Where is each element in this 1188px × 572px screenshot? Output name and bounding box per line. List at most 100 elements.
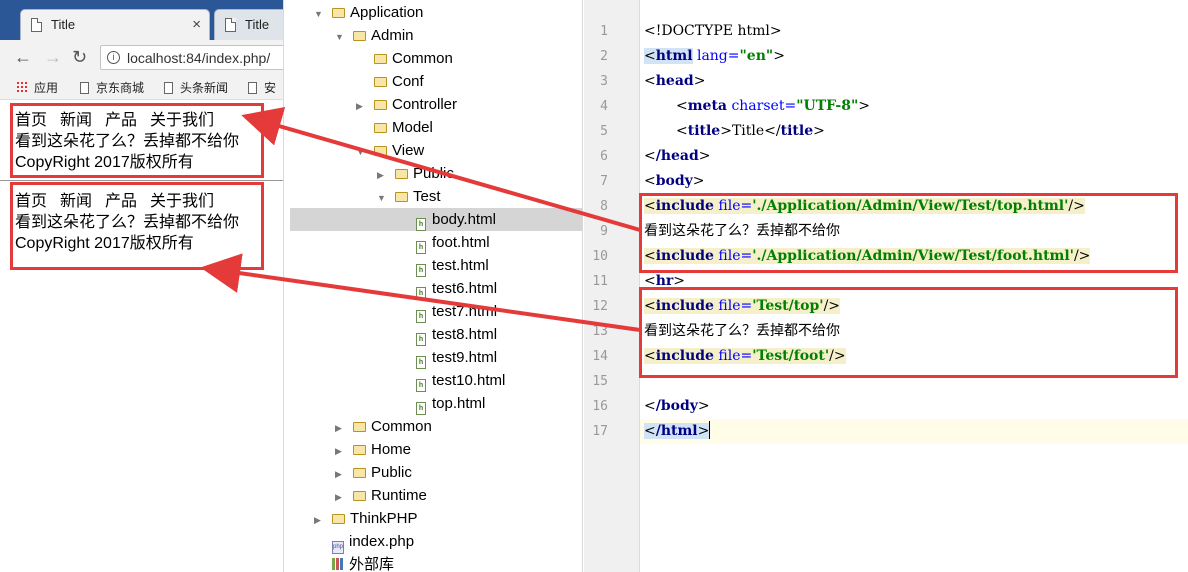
tree-item-label: index.php bbox=[349, 533, 415, 550]
tree-item[interactable]: ▶ Public bbox=[377, 162, 454, 185]
apps-grid-icon bbox=[16, 81, 28, 93]
line-number-gutter: 1 2 3 4 5 6 7 8 9 10 11 12 13 14 15 16 17 bbox=[584, 0, 640, 572]
code-line-17[interactable]: </html> bbox=[644, 419, 711, 444]
tree-item[interactable]: h test10.html bbox=[398, 369, 505, 392]
code-editor[interactable]: 1 2 3 4 5 6 7 8 9 10 11 12 13 14 15 16 17 <!DOCTYPE html… bbox=[584, 0, 1188, 572]
back-arrow-icon[interactable]: ← bbox=[14, 47, 32, 67]
line-number: 9 bbox=[600, 224, 608, 239]
tree-item[interactable]: h top.html bbox=[398, 392, 485, 415]
browser-tab-active[interactable]: Title × bbox=[20, 9, 210, 40]
page-icon bbox=[31, 18, 42, 32]
tree-item[interactable]: ▼ Test bbox=[377, 185, 441, 208]
hr-divider bbox=[0, 180, 283, 181]
folder-icon bbox=[353, 491, 366, 501]
line-number: 12 bbox=[592, 299, 608, 314]
expanded-arrow-icon[interactable]: ▼ bbox=[335, 26, 345, 49]
html-file-icon: h bbox=[416, 402, 426, 415]
collapsed-arrow-icon[interactable]: ▶ bbox=[335, 440, 345, 463]
tree-item[interactable]: h foot.html bbox=[398, 231, 490, 254]
html-file-icon: h bbox=[416, 218, 426, 231]
expanded-arrow-icon[interactable]: ▼ bbox=[377, 187, 387, 210]
tree-item-label: test.html bbox=[432, 257, 489, 274]
current-line-highlight bbox=[640, 419, 1188, 444]
expanded-arrow-icon[interactable]: ▼ bbox=[356, 141, 366, 164]
code-line-4[interactable]: <meta charset="UTF-8"> bbox=[676, 94, 870, 119]
tree-item[interactable]: h test9.html bbox=[398, 346, 497, 369]
code-line-1[interactable]: <!DOCTYPE html> bbox=[644, 19, 782, 44]
tree-item[interactable]: ▶ Common bbox=[335, 415, 432, 438]
project-tree: ▼ Application ▼ Admin Common Conf ▶ Controller M… bbox=[283, 0, 583, 572]
tree-item-label: test7.html bbox=[432, 303, 498, 320]
collapsed-arrow-icon[interactable]: ▶ bbox=[335, 417, 345, 440]
close-icon[interactable]: × bbox=[192, 16, 201, 33]
folder-icon bbox=[353, 445, 366, 455]
line-number: 13 bbox=[592, 324, 608, 339]
code-line-2[interactable]: <html lang="en"> bbox=[644, 44, 785, 69]
bookmark-more[interactable]: 安 bbox=[248, 79, 276, 96]
bookmark-jd[interactable]: 京东商城 bbox=[80, 79, 144, 96]
folder-icon bbox=[353, 422, 366, 432]
bookmarks-bar: 应用 京东商城 头条新闻 安 bbox=[0, 74, 283, 100]
tree-item[interactable]: ▼ View bbox=[356, 139, 424, 162]
tree-item[interactable]: ▶ ThinkPHP bbox=[314, 507, 418, 530]
line-number: 6 bbox=[600, 149, 608, 164]
info-icon[interactable]: i bbox=[107, 51, 120, 64]
folder-icon bbox=[395, 169, 408, 179]
page-icon bbox=[248, 82, 257, 94]
tree-item[interactable]: Model bbox=[356, 116, 433, 139]
html-file-icon: h bbox=[416, 287, 426, 300]
tree-item[interactable]: 外部库 bbox=[314, 553, 394, 572]
code-line-5[interactable]: <title>Title</title> bbox=[676, 119, 825, 144]
code-line-16[interactable]: </body> bbox=[644, 394, 710, 419]
tree-item-label: Controller bbox=[392, 96, 458, 113]
code-line-6[interactable]: </head> bbox=[644, 144, 711, 169]
tree-item-label: Application bbox=[350, 4, 424, 21]
folder-icon bbox=[374, 123, 387, 133]
tree-item[interactable]: h test.html bbox=[398, 254, 489, 277]
page-icon bbox=[164, 82, 173, 94]
folder-icon bbox=[395, 192, 408, 202]
line-number: 1 bbox=[600, 24, 608, 39]
collapsed-arrow-icon[interactable]: ▶ bbox=[356, 95, 366, 118]
reload-icon[interactable]: ↻ bbox=[72, 47, 87, 67]
tree-item-label: Common bbox=[392, 50, 453, 67]
page-icon bbox=[225, 18, 236, 32]
tree-item[interactable]: ▶ Public bbox=[335, 461, 412, 484]
tree-item[interactable]: php index.php bbox=[314, 530, 415, 554]
tree-item[interactable]: h test7.html bbox=[398, 300, 497, 323]
folder-icon bbox=[332, 514, 345, 524]
folder-icon bbox=[374, 54, 387, 64]
tree-item[interactable]: ▶ Runtime bbox=[335, 484, 427, 507]
tab-title: Title bbox=[245, 17, 270, 32]
address-bar[interactable]: i localhost:84/index.php/ bbox=[100, 45, 283, 70]
html-file-icon: h bbox=[416, 356, 426, 369]
tree-item[interactable]: ▶ Home bbox=[335, 438, 411, 461]
line-number: 2 bbox=[600, 49, 608, 64]
code-line-7[interactable]: <body> bbox=[644, 169, 705, 194]
collapsed-arrow-icon[interactable]: ▶ bbox=[377, 164, 387, 187]
annotation-box-browser-2 bbox=[10, 182, 264, 270]
collapsed-arrow-icon[interactable]: ▶ bbox=[335, 463, 345, 486]
tree-item[interactable]: Conf bbox=[356, 70, 424, 93]
tree-item[interactable]: ▼ Application bbox=[314, 1, 423, 24]
html-file-icon: h bbox=[416, 379, 426, 392]
tree-item[interactable]: h test6.html bbox=[398, 277, 497, 300]
bookmark-toutiao[interactable]: 头条新闻 bbox=[164, 79, 228, 96]
collapsed-arrow-icon[interactable]: ▶ bbox=[335, 486, 345, 509]
tree-item[interactable]: ▼ Admin bbox=[335, 24, 414, 47]
bookmark-apps[interactable]: 应用 bbox=[16, 79, 58, 96]
browser-tab-inactive[interactable]: Title bbox=[214, 9, 283, 40]
code-line-3[interactable]: <head> bbox=[644, 69, 705, 94]
collapsed-arrow-icon[interactable]: ▶ bbox=[314, 509, 324, 532]
text-caret bbox=[709, 421, 711, 439]
tree-item[interactable]: ▶ Controller bbox=[356, 93, 457, 116]
tree-item-label: Home bbox=[371, 441, 412, 458]
tree-item[interactable]: Common bbox=[356, 47, 453, 70]
forward-arrow-icon[interactable]: → bbox=[44, 47, 62, 67]
tree-item[interactable]: h body.html bbox=[290, 208, 582, 231]
tree-item[interactable]: h test8.html bbox=[398, 323, 497, 346]
html-file-icon: h bbox=[416, 264, 426, 277]
tree-item-label: foot.html bbox=[432, 234, 490, 251]
tab-title: Title bbox=[51, 17, 76, 32]
expanded-arrow-icon[interactable]: ▼ bbox=[314, 3, 324, 26]
